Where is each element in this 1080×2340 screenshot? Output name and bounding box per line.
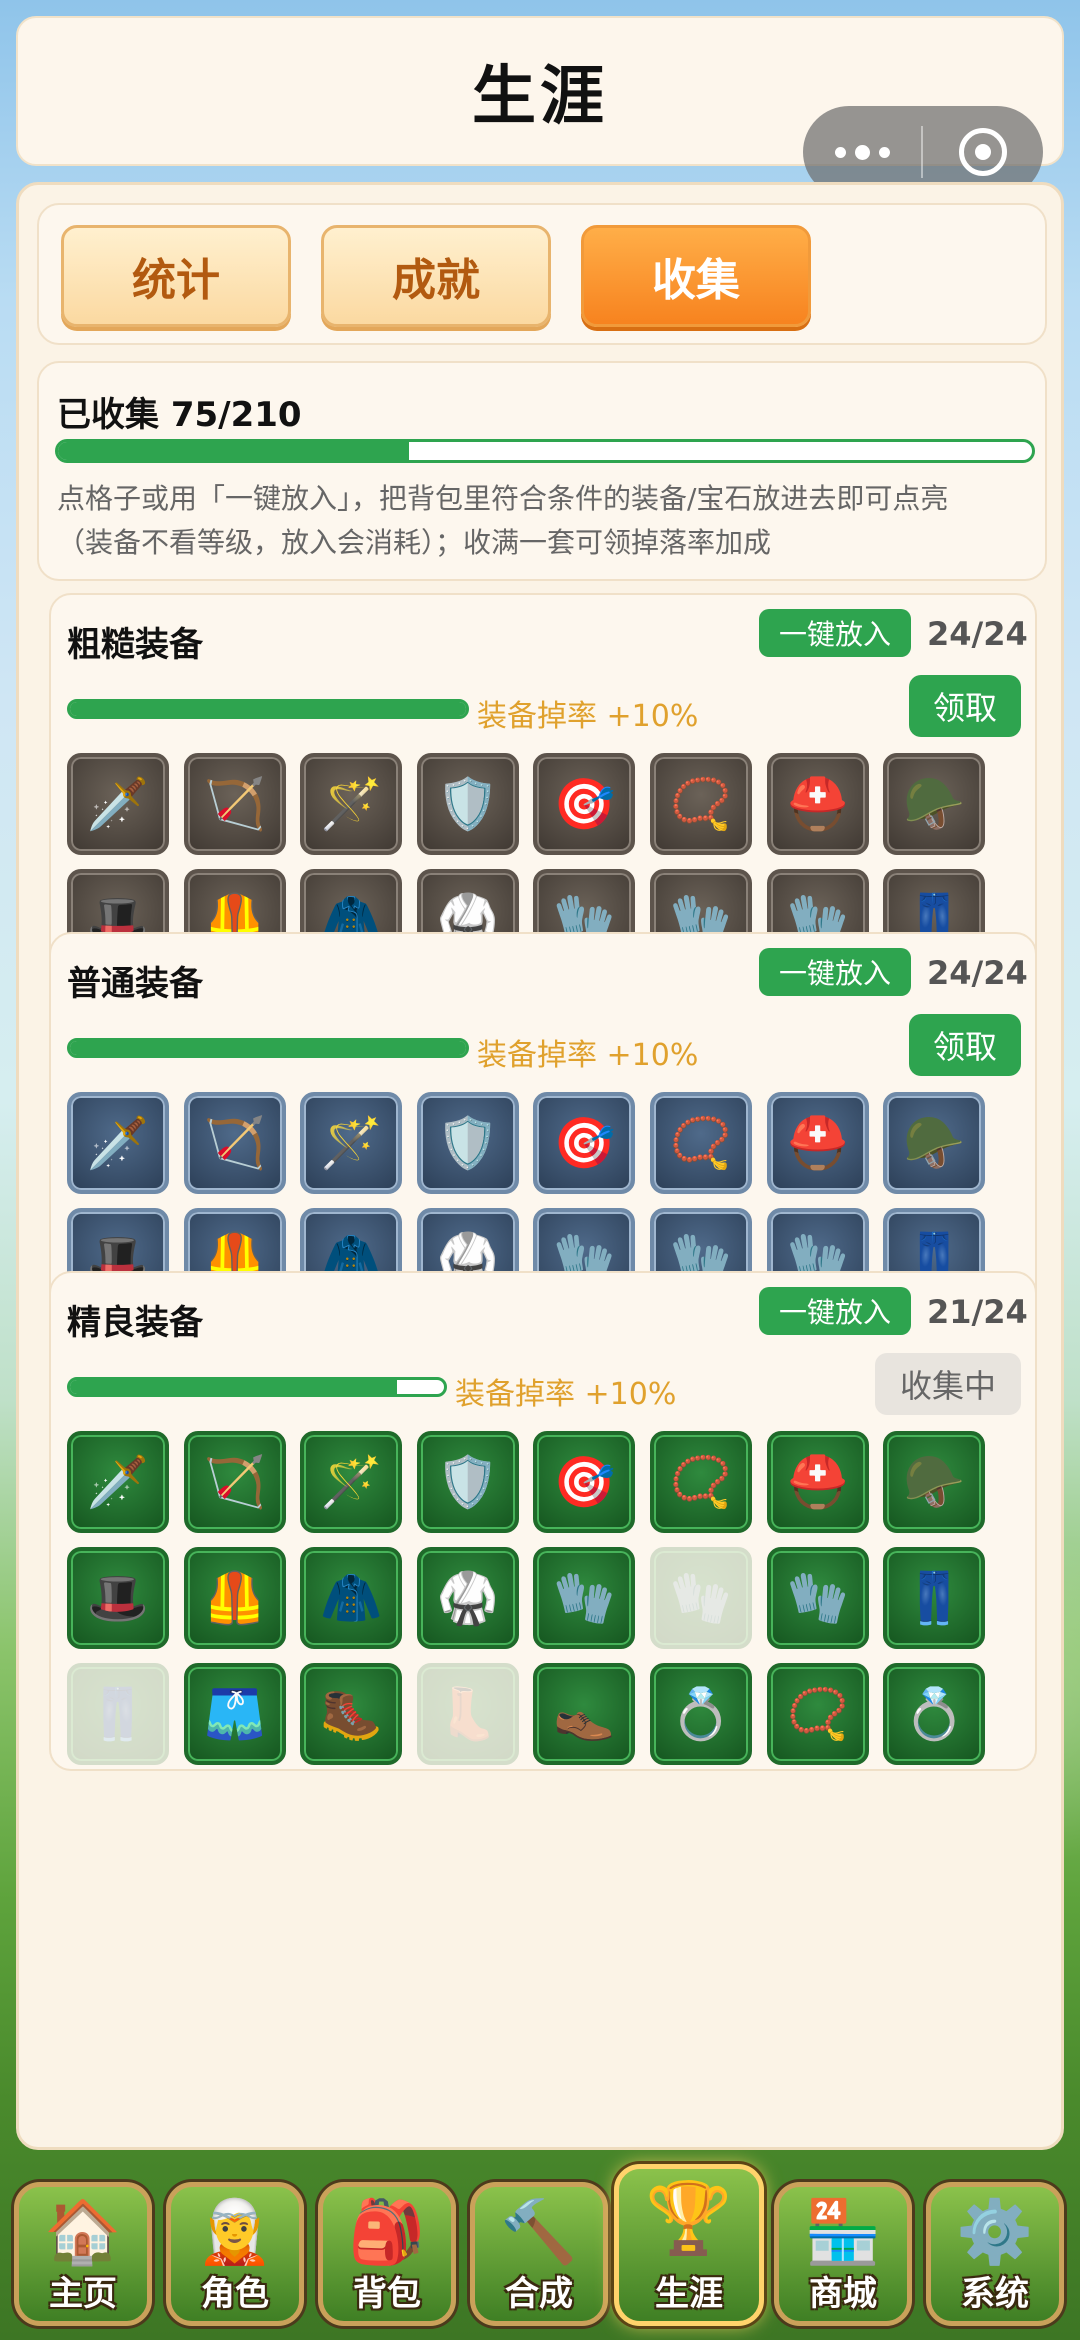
- nav-label: 生涯: [655, 2274, 723, 2314]
- nav-label: 角色: [201, 2274, 269, 2314]
- home-icon: 🏠: [44, 2195, 122, 2268]
- item-slot[interactable]: 🪖: [883, 1092, 986, 1194]
- set-progress-fill: [70, 1380, 398, 1394]
- item-slot[interactable]: 💍: [650, 1663, 752, 1765]
- item-slot[interactable]: 🏹: [183, 1092, 286, 1194]
- nav-system[interactable]: ⚙️ 系统: [926, 2182, 1064, 2326]
- tab-collection[interactable]: 收集: [581, 225, 811, 327]
- item-slot[interactable]: 👢: [416, 1663, 519, 1765]
- trophy-icon: 🏆: [645, 2177, 733, 2259]
- nav-home[interactable]: 🏠 主页: [14, 2182, 152, 2326]
- item-slot[interactable]: 🛡️: [416, 753, 519, 855]
- nav-craft[interactable]: 🔨 合成: [470, 2182, 608, 2326]
- set-progress-bar: [67, 1038, 469, 1058]
- shop-icon: 🏪: [804, 2195, 882, 2268]
- item-slot[interactable]: 🗡️: [67, 1431, 169, 1533]
- drop-rate-bonus: 装备掉率 +10%: [477, 1038, 699, 1073]
- bottom-nav: 🏠 主页 🧝 角色 🎒 背包 🔨 合成 🏆 生涯 🏪 商城 ⚙️ 系统: [0, 2162, 1080, 2340]
- collection-instructions: 点格子或用「一键放入」，把背包里符合条件的装备/宝石放进去即可点亮 （装备不看等…: [57, 477, 1037, 565]
- item-slot[interactable]: 👞: [533, 1663, 636, 1765]
- item-slot[interactable]: 🎯: [533, 1092, 636, 1194]
- item-slot[interactable]: 👖: [883, 1547, 986, 1649]
- item-slot[interactable]: 🪄: [300, 1431, 403, 1533]
- collected-count: 已收集 75/210: [57, 395, 302, 435]
- item-slot[interactable]: 🎩: [67, 1547, 169, 1649]
- drop-rate-bonus: 装备掉率 +10%: [477, 699, 699, 734]
- item-slot[interactable]: 🪄: [300, 1092, 403, 1194]
- claim-button[interactable]: 领取: [909, 1014, 1021, 1076]
- tab-achievements[interactable]: 成就: [321, 225, 551, 327]
- item-slot[interactable]: ⛑️: [766, 1092, 869, 1194]
- set-count: 21/24: [927, 1293, 1028, 1331]
- nav-label: 合成: [505, 2274, 573, 2314]
- collecting-status: 收集中: [875, 1353, 1021, 1415]
- character-icon: 🧝: [196, 2195, 274, 2268]
- item-slot[interactable]: 🥾: [300, 1663, 403, 1765]
- item-slot[interactable]: 🪖: [883, 753, 986, 855]
- item-slot[interactable]: 🏹: [183, 1431, 286, 1533]
- collection-progress-bar: [55, 439, 1035, 463]
- nav-shop[interactable]: 🏪 商城: [774, 2182, 912, 2326]
- set-progress-bar: [67, 1377, 447, 1397]
- item-slot[interactable]: 🦺: [183, 1547, 286, 1649]
- item-slot[interactable]: 📿: [766, 1663, 869, 1765]
- item-slot[interactable]: 🥋: [416, 1547, 519, 1649]
- set-name: 精良装备: [67, 1303, 203, 1343]
- item-slot[interactable]: 📿: [650, 753, 752, 855]
- equipment-set-fine: 精良装备 一键放入 21/24 装备掉率 +10% 收集中 🗡️ 🏹 🪄 🛡️ 🎯 📿 ⛑️ 🪖 🎩 🦺 🧥 🥋…: [49, 1271, 1037, 1771]
- set-count: 24/24: [927, 615, 1028, 653]
- nav-label: 商城: [809, 2274, 877, 2314]
- item-slot[interactable]: 🏹: [183, 753, 286, 855]
- nav-career[interactable]: 🏆 生涯: [614, 2164, 764, 2326]
- auto-fill-button[interactable]: 一键放入: [759, 1287, 911, 1335]
- item-slot[interactable]: 🎯: [533, 1431, 636, 1533]
- item-slot[interactable]: 💍: [883, 1663, 986, 1765]
- item-slot[interactable]: 📿: [650, 1431, 752, 1533]
- auto-fill-button[interactable]: 一键放入: [759, 609, 911, 657]
- drop-rate-bonus: 装备掉率 +10%: [455, 1377, 677, 1412]
- nav-label: 系统: [961, 2274, 1029, 2314]
- item-slot[interactable]: 🧤: [650, 1547, 752, 1649]
- item-slot[interactable]: 🪖: [883, 1431, 986, 1533]
- instructions-line-1: 点格子或用「一键放入」，把背包里符合条件的装备/宝石放进去即可点亮: [57, 482, 949, 515]
- craft-icon: 🔨: [500, 2195, 578, 2268]
- item-slot[interactable]: 🗡️: [67, 753, 169, 855]
- claim-button[interactable]: 领取: [909, 675, 1021, 737]
- item-slot[interactable]: 🧤: [766, 1547, 869, 1649]
- nav-character[interactable]: 🧝 角色: [166, 2182, 304, 2326]
- nav-bag[interactable]: 🎒 背包: [318, 2182, 456, 2326]
- nav-label: 背包: [353, 2274, 421, 2314]
- collection-summary: 已收集 75/210 点格子或用「一键放入」，把背包里符合条件的装备/宝石放进去…: [37, 361, 1047, 581]
- item-slot[interactable]: 🧥: [300, 1547, 403, 1649]
- item-slot[interactable]: ⛑️: [766, 753, 869, 855]
- item-slot[interactable]: 🧤: [533, 1547, 636, 1649]
- set-name: 粗糙装备: [67, 625, 203, 665]
- bag-icon: 🎒: [348, 2195, 426, 2268]
- close-ring-icon: [959, 128, 1007, 176]
- set-count: 24/24: [927, 954, 1028, 992]
- tab-stats[interactable]: 统计: [61, 225, 291, 327]
- item-slot[interactable]: 🗡️: [67, 1092, 169, 1194]
- page-title: 生涯: [472, 60, 608, 134]
- item-slot[interactable]: 👖: [67, 1663, 169, 1765]
- item-slot[interactable]: 🛡️: [416, 1092, 519, 1194]
- main-panel: 统计 成就 收集 已收集 75/210 点格子或用「一键放入」，把背包里符合条件…: [16, 182, 1064, 2150]
- set-progress-bar: [67, 699, 469, 719]
- gear-icon: ⚙️: [956, 2195, 1034, 2268]
- item-slot[interactable]: 🛡️: [416, 1431, 519, 1533]
- collection-progress-fill: [58, 442, 409, 460]
- instructions-line-2: （装备不看等级，放入会消耗）；收满一套可领掉落率加成: [57, 526, 772, 559]
- item-slot[interactable]: 🎯: [533, 753, 636, 855]
- set-progress-fill: [70, 1041, 466, 1055]
- item-slot[interactable]: ⛑️: [766, 1431, 869, 1533]
- set-name: 普通装备: [67, 964, 203, 1004]
- auto-fill-button[interactable]: 一键放入: [759, 948, 911, 996]
- item-slot[interactable]: 🪄: [300, 753, 403, 855]
- item-slot[interactable]: 📿: [650, 1092, 752, 1194]
- nav-label: 主页: [49, 2274, 117, 2314]
- item-slot[interactable]: 🩳: [183, 1663, 286, 1765]
- close-button[interactable]: [923, 128, 1043, 176]
- set-progress-fill: [70, 702, 466, 716]
- tab-bar: 统计 成就 收集: [37, 203, 1047, 345]
